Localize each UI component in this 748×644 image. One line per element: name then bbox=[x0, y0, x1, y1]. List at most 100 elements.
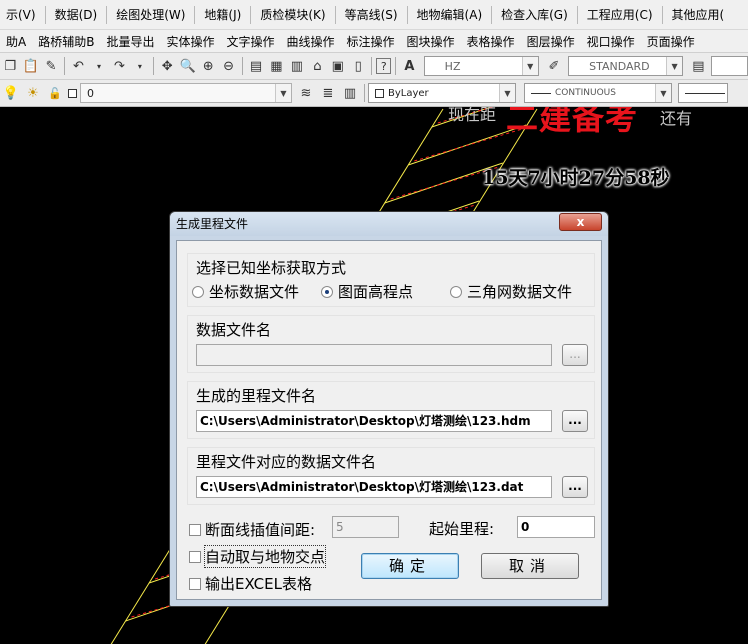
radio-elevation-point[interactable]: 图面高程点 bbox=[321, 281, 413, 302]
layer-state-icon[interactable]: ▥ bbox=[340, 83, 360, 103]
radio-circle bbox=[192, 285, 204, 298]
dim-style-select[interactable]: STANDARD ▼ bbox=[568, 56, 684, 76]
toolbar-viewport-ops[interactable]: 视口操作 bbox=[581, 33, 641, 50]
tool-palette-icon[interactable]: ▥ bbox=[288, 56, 306, 76]
help-icon[interactable]: ? bbox=[376, 58, 392, 74]
data-file-browse-button[interactable]: ... bbox=[562, 344, 588, 366]
undo-dropdown-icon[interactable]: ▾ bbox=[90, 56, 108, 76]
toolbar-block-ops[interactable]: 图块操作 bbox=[401, 33, 461, 50]
text-style-icon[interactable]: A bbox=[400, 56, 418, 76]
sheet-icon[interactable]: ▯ bbox=[349, 56, 367, 76]
menu-separator bbox=[250, 5, 252, 24]
toolbar-table-ops[interactable]: 表格操作 bbox=[461, 33, 521, 50]
chevron-down-icon: ▼ bbox=[499, 84, 515, 102]
toolbar-entity-ops[interactable]: 实体操作 bbox=[160, 33, 220, 50]
toolbar-text-ops[interactable]: 文字操作 bbox=[220, 33, 280, 50]
mileage-dialog: 生成里程文件 x 选择已知坐标获取方式 坐标数据文件 图面高程点 三角网数据文件… bbox=[169, 211, 609, 607]
redo-dropdown-icon[interactable]: ▾ bbox=[131, 56, 149, 76]
corresponding-data-browse-button[interactable]: ... bbox=[562, 476, 588, 498]
mileage-file-browse-button[interactable]: ... bbox=[562, 410, 588, 432]
linetype-value: CONTINUOUS bbox=[555, 88, 616, 98]
color-square-icon[interactable] bbox=[67, 83, 77, 103]
properties-icon[interactable]: ▤ bbox=[247, 56, 265, 76]
menu-view[interactable]: 示(V) bbox=[0, 0, 42, 29]
menu-bar: 示(V) 数据(D) 绘图处理(W) 地籍(J) 质检模块(K) 等高线(S) … bbox=[0, 0, 748, 30]
menu-separator bbox=[661, 5, 663, 24]
match-prop-icon[interactable]: ✎ bbox=[42, 56, 60, 76]
copy-icon[interactable]: ❐ bbox=[1, 56, 19, 76]
auto-intersect-checkbox[interactable]: 自动取与地物交点 bbox=[189, 545, 327, 568]
linetype-select[interactable]: CONTINUOUS ▼ bbox=[524, 83, 672, 103]
color-select[interactable]: ByLayer ▼ bbox=[368, 83, 516, 103]
menu-quality[interactable]: 质检模块(K) bbox=[254, 0, 331, 29]
menu-separator bbox=[106, 5, 108, 24]
group-label: 数据文件名 bbox=[196, 321, 272, 339]
checkbox-box bbox=[189, 550, 201, 563]
redo-icon[interactable]: ↷ bbox=[110, 56, 128, 76]
layer-previous-icon[interactable]: ≣ bbox=[318, 83, 338, 103]
interp-input[interactable]: 5 bbox=[332, 516, 399, 538]
menu-separator bbox=[406, 5, 408, 24]
mileage-file-group: 生成的里程文件名 C:\Users\Administrator\Desktop\… bbox=[187, 381, 595, 439]
toolbar-layer-ops[interactable]: 图层操作 bbox=[521, 33, 581, 50]
menu-separator bbox=[491, 5, 493, 24]
checkbox-label: 断面线插值间距: bbox=[205, 521, 316, 539]
ok-button[interactable]: 确定 bbox=[361, 553, 459, 579]
toolbar-road-bridge[interactable]: 路桥辅助B bbox=[32, 33, 100, 50]
mileage-file-input[interactable]: C:\Users\Administrator\Desktop\灯塔测绘\123.… bbox=[196, 410, 552, 432]
layer-lock-icon[interactable]: 🔓 bbox=[45, 83, 65, 103]
zoom-icon[interactable]: 🔍 bbox=[178, 56, 196, 76]
zoom-window-icon[interactable]: ⊕ bbox=[199, 56, 217, 76]
start-mileage-input[interactable]: 0 bbox=[517, 516, 595, 538]
close-button[interactable]: x bbox=[559, 213, 602, 231]
layer-manager-icon[interactable]: ≋ bbox=[296, 83, 316, 103]
calc-icon[interactable]: ▣ bbox=[329, 56, 347, 76]
undo-icon[interactable]: ↶ bbox=[69, 56, 87, 76]
layer-toolbar: 💡 ☀ 🔓 0 ▼ ≋ ≣ ▥ ByLayer ▼ CONTINUOUS ▼ bbox=[0, 80, 748, 107]
menu-feature-edit[interactable]: 地物编辑(A) bbox=[411, 0, 489, 29]
excel-checkbox[interactable]: 输出EXCEL表格 bbox=[189, 573, 312, 594]
menu-other[interactable]: 其他应用( bbox=[666, 0, 731, 29]
sun-icon[interactable]: ☀ bbox=[23, 83, 43, 103]
coord-source-group: 选择已知坐标获取方式 坐标数据文件 图面高程点 三角网数据文件 bbox=[187, 253, 595, 307]
zoom-previous-icon[interactable]: ⊖ bbox=[219, 56, 237, 76]
linetype-sample bbox=[531, 92, 551, 94]
toolbar-assist-a[interactable]: 助A bbox=[0, 33, 32, 50]
toolbar-batch-export[interactable]: 批量导出 bbox=[100, 33, 160, 50]
radio-coord-file[interactable]: 坐标数据文件 bbox=[192, 281, 299, 302]
text-style-select[interactable]: HZ ▼ bbox=[423, 56, 539, 76]
data-file-group: 数据文件名 ... bbox=[187, 315, 595, 373]
bulb-icon[interactable]: 💡 bbox=[1, 83, 21, 103]
menu-drawing[interactable]: 绘图处理(W) bbox=[110, 0, 191, 29]
table-style-select[interactable] bbox=[710, 56, 748, 76]
radio-tin-file[interactable]: 三角网数据文件 bbox=[450, 281, 572, 302]
toolbar-page-ops[interactable]: 页面操作 bbox=[641, 33, 701, 50]
menu-check-import[interactable]: 检查入库(G) bbox=[495, 0, 574, 29]
table-style-icon[interactable]: ▤ bbox=[689, 56, 707, 76]
toolbar-dim-ops[interactable]: 标注操作 bbox=[341, 33, 401, 50]
text-style-value: HZ bbox=[444, 59, 461, 73]
group-label: 生成的里程文件名 bbox=[196, 387, 317, 405]
design-center-icon[interactable]: ▦ bbox=[267, 56, 285, 76]
pan-icon[interactable]: ✥ bbox=[158, 56, 176, 76]
corresponding-data-group: 里程文件对应的数据文件名 C:\Users\Administrator\Desk… bbox=[187, 447, 595, 505]
markup-icon[interactable]: ⌂ bbox=[308, 56, 326, 76]
menu-cadastre[interactable]: 地籍(J) bbox=[198, 0, 247, 29]
menu-contour[interactable]: 等高线(S) bbox=[339, 0, 404, 29]
dim-style-icon[interactable]: ✐ bbox=[545, 56, 563, 76]
chevron-down-icon: ▼ bbox=[666, 57, 683, 75]
interp-checkbox[interactable]: 断面线插值间距: bbox=[189, 519, 315, 540]
data-file-input[interactable] bbox=[196, 344, 552, 366]
chevron-down-icon: ▼ bbox=[275, 84, 291, 102]
menu-data[interactable]: 数据(D) bbox=[49, 0, 104, 29]
lineweight-select[interactable] bbox=[678, 83, 728, 103]
menu-engineering[interactable]: 工程应用(C) bbox=[581, 0, 659, 29]
toolbar-curve-ops[interactable]: 曲线操作 bbox=[281, 33, 341, 50]
paste-icon[interactable]: 📋 bbox=[21, 56, 39, 76]
radio-circle bbox=[450, 285, 462, 298]
layer-select[interactable]: 0 ▼ bbox=[80, 83, 292, 103]
chevron-down-icon: ▼ bbox=[655, 84, 671, 102]
cancel-button[interactable]: 取消 bbox=[481, 553, 579, 579]
standard-toolbar: ❐ 📋 ✎ ↶ ▾ ↷ ▾ ✥ 🔍 ⊕ ⊖ ▤ ▦ ▥ ⌂ ▣ ▯ ? A HZ… bbox=[0, 53, 748, 80]
corresponding-data-input[interactable]: C:\Users\Administrator\Desktop\灯塔测绘\123.… bbox=[196, 476, 552, 498]
